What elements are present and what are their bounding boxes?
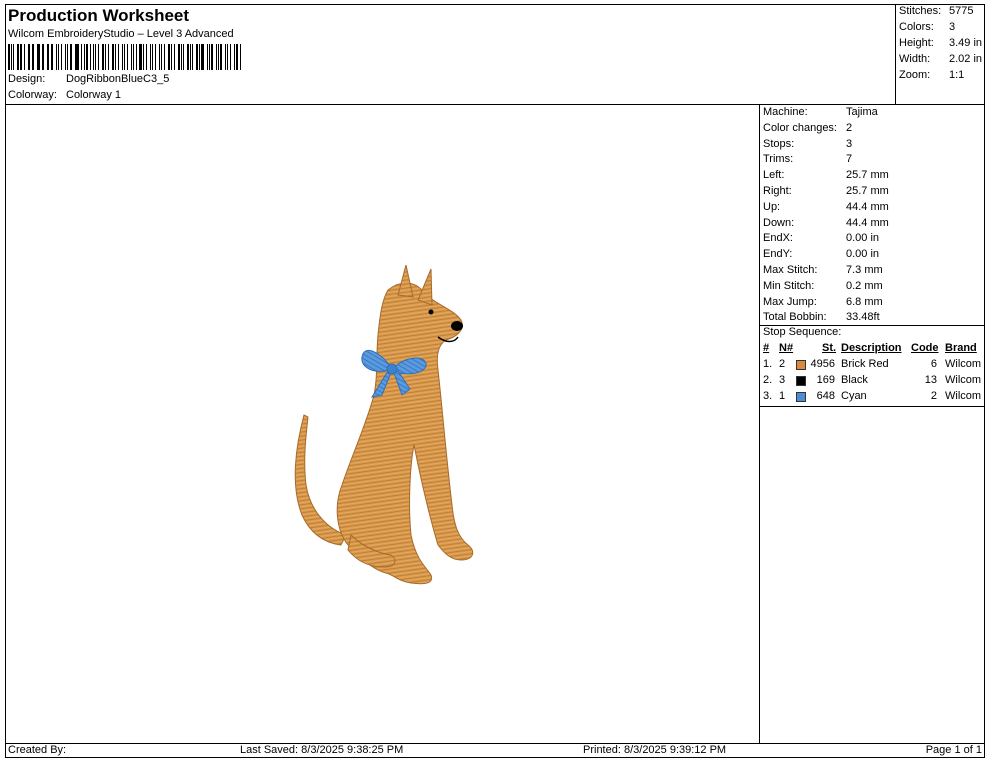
info-label: Trims: xyxy=(763,153,794,166)
design-canvas xyxy=(6,105,760,743)
color-swatch-icon xyxy=(796,360,806,370)
info-value: 0.00 in xyxy=(846,232,880,245)
info-value: 2 xyxy=(846,121,853,134)
row-stitches: 4956 xyxy=(810,358,835,370)
color-swatch-icon xyxy=(796,376,806,386)
info-label: Stops: xyxy=(763,137,795,150)
info-value: 44.4 mm xyxy=(846,216,889,229)
page-number: Page 1 of 1 xyxy=(925,744,982,756)
row-description: Brick Red xyxy=(841,358,889,370)
info-label: EndX: xyxy=(763,232,793,245)
col-description: Description xyxy=(841,342,902,354)
row-code: 2 xyxy=(930,390,937,402)
info-label: EndY: xyxy=(763,248,793,261)
info-value: 7.3 mm xyxy=(846,264,883,276)
col-stitches: St. xyxy=(822,342,837,354)
info-label: Color changes: xyxy=(763,121,837,134)
stop-sequence-row: 1. 2 4956 Brick Red 6 Wilcom xyxy=(761,358,985,374)
info-label: Max Stitch: xyxy=(763,264,818,276)
colorway-row: Colorway: Colorway 1 xyxy=(8,89,121,101)
row-description: Black xyxy=(841,374,868,386)
col-num: # xyxy=(763,342,770,354)
stop-sequence-table: # N# St. Description Code Brand 1. 2 4956 B… xyxy=(761,342,985,406)
worksheet-footer: Created By: Last Saved: 8/3/2025 9:38:25… xyxy=(5,743,985,758)
design-label: Design: xyxy=(8,73,46,85)
info-value: 7 xyxy=(846,153,853,166)
info-label: Down: xyxy=(763,216,795,229)
summary-box: Stitches: 5775 Colors: 3 Height: 3.49 in Wi… xyxy=(895,4,985,104)
col-needle: N# xyxy=(779,342,794,354)
row-needle: 1 xyxy=(779,390,786,402)
info-label: Right: xyxy=(763,185,792,197)
dog-ribbon-design xyxy=(294,264,474,585)
row-brand: Wilcom xyxy=(945,358,982,370)
info-value: 6.8 mm xyxy=(846,295,883,308)
stop-sequence-row: 3. 1 648 Cyan 2 Wilcom xyxy=(761,390,985,406)
info-value: 0.00 in xyxy=(846,248,880,261)
info-value: 33.48ft xyxy=(846,311,880,324)
info-label: Left: xyxy=(763,169,785,182)
colorway-label: Colorway: xyxy=(8,89,57,101)
row-stitches: 648 xyxy=(816,390,835,402)
info-label: Total Bobbin: xyxy=(763,311,827,324)
info-value: 25.7 mm xyxy=(846,169,889,182)
row-brand: Wilcom xyxy=(945,374,982,386)
info-label: Machine: xyxy=(763,106,808,118)
row-brand: Wilcom xyxy=(945,390,982,402)
printed-date: Printed: 8/3/2025 9:39:12 PM xyxy=(583,744,727,756)
page-title: Production Worksheet xyxy=(8,6,190,25)
worksheet-header: Production Worksheet Wilcom EmbroiderySt… xyxy=(5,4,895,104)
info-label: Min Stitch: xyxy=(763,279,815,292)
software-subtitle: Wilcom EmbroideryStudio – Level 3 Advanc… xyxy=(8,28,234,40)
color-swatch-icon xyxy=(796,392,806,402)
colorway-value: Colorway 1 xyxy=(66,89,122,101)
info-value: 25.7 mm xyxy=(846,185,889,197)
row-num: 2. xyxy=(763,374,773,386)
info-value: 0.2 mm xyxy=(846,279,883,292)
row-code: 13 xyxy=(924,374,937,386)
row-stitches: 169 xyxy=(816,374,835,386)
design-value: DogRibbonBlueC3_5 xyxy=(66,73,170,85)
stop-sequence-header: # N# St. Description Code Brand xyxy=(761,342,985,358)
barcode-image xyxy=(8,44,244,70)
stop-sequence-title: Stop Sequence: xyxy=(763,326,842,338)
row-description: Cyan xyxy=(841,390,867,402)
row-num: 1. xyxy=(763,358,773,370)
col-brand: Brand xyxy=(945,342,977,354)
info-value: 3 xyxy=(846,137,853,150)
row-needle: 2 xyxy=(779,358,786,370)
row-num: 3. xyxy=(763,390,773,402)
info-label: Max Jump: xyxy=(763,295,817,308)
design-row: Design: DogRibbonBlueC3_5 xyxy=(8,73,169,85)
last-saved: Last Saved: 8/3/2025 9:38:25 PM xyxy=(240,744,404,756)
row-needle: 3 xyxy=(779,374,786,386)
col-code: Code xyxy=(911,342,939,354)
dog-body xyxy=(294,264,474,585)
created-by: Created By: xyxy=(8,744,67,756)
info-value: 44.4 mm xyxy=(846,200,889,213)
info-value: Tajima xyxy=(846,106,878,118)
info-label: Up: xyxy=(763,200,781,213)
sequence-end-divider xyxy=(760,406,985,407)
stop-sequence-row: 2. 3 169 Black 13 Wilcom xyxy=(761,374,985,390)
row-code: 6 xyxy=(930,358,937,370)
